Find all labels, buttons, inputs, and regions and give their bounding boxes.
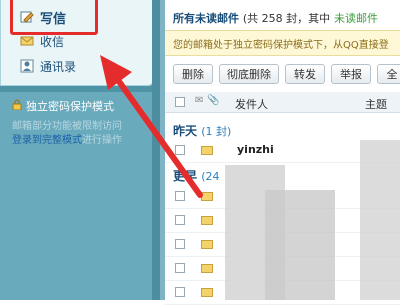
inbox-icon <box>20 34 34 48</box>
group-yesterday[interactable]: 昨天 (1 封) <box>173 122 231 139</box>
envelope-icon <box>201 240 213 249</box>
login-full-mode-link[interactable]: 登录到完整模式 <box>12 135 82 146</box>
row-checkbox[interactable] <box>175 145 185 155</box>
protect-title-text: 独立密码保护模式 <box>26 100 114 113</box>
contacts-icon <box>20 59 34 73</box>
group-label: 更早 <box>173 169 198 183</box>
protect-desc-tail: 进行操作 <box>82 135 122 146</box>
protect-notice-bar: 您的邮箱处于独立密码保护模式下，从QQ直接登 <box>165 30 400 56</box>
nav-contacts-label: 通讯录 <box>40 59 77 74</box>
subject-column-header[interactable]: 主题 <box>365 96 387 112</box>
page-title: 所有未读邮件 (共 258 封，其中 未读邮件 <box>173 10 378 26</box>
mail-list-panel: 所有未读邮件 (共 258 封，其中 未读邮件 您的邮箱处于独立密码保护模式下，… <box>165 0 400 305</box>
group-label: 昨天 <box>173 124 198 138</box>
read-status-header-icon: ✉ <box>195 95 204 106</box>
blurred-region <box>265 190 335 300</box>
sidebar: 写信 收信 通讯录 独立密码保护模式 邮箱部分功能被限制访问 登录到完整模式进行… <box>0 0 160 300</box>
select-all-checkbox[interactable] <box>175 97 185 107</box>
nav-inbox-label: 收信 <box>40 34 65 49</box>
envelope-icon <box>201 192 213 201</box>
group-count: (1 封) <box>201 125 232 138</box>
protect-mode-title: 独立密码保护模式 <box>12 98 114 114</box>
sender-column-header[interactable]: 发件人 <box>235 96 268 112</box>
row-checkbox[interactable] <box>175 191 185 201</box>
row-checkbox[interactable] <box>175 263 185 273</box>
row-checkbox[interactable] <box>175 239 185 249</box>
report-button[interactable]: 举报 <box>331 64 371 84</box>
mail-toolbar: 删除 彻底删除 转发 举报 全 <box>165 60 400 88</box>
highlight-box <box>10 0 98 35</box>
unread-link[interactable]: 未读邮件 <box>334 12 378 25</box>
attachment-header-icon: 📎 <box>207 95 220 106</box>
delete-button[interactable]: 删除 <box>173 64 213 84</box>
envelope-icon <box>201 216 213 225</box>
envelope-icon <box>201 288 213 297</box>
group-earlier[interactable]: 更早 (24 <box>173 167 220 184</box>
blurred-region <box>360 140 400 300</box>
row-sender: yinzhi <box>237 143 274 156</box>
all-button[interactable]: 全 <box>377 64 400 84</box>
page-title-text: 所有未读邮件 <box>173 12 239 25</box>
protect-mode-description: 邮箱部分功能被限制访问 登录到完整模式进行操作 <box>12 120 152 148</box>
forward-button[interactable]: 转发 <box>285 64 325 84</box>
envelope-icon <box>201 264 213 273</box>
permanent-delete-button[interactable]: 彻底删除 <box>219 64 279 84</box>
protect-desc-text: 邮箱部分功能被限制访问 <box>12 121 122 132</box>
envelope-icon <box>201 146 213 155</box>
row-checkbox[interactable] <box>175 215 185 225</box>
nav-contacts[interactable]: 通讯录 <box>20 56 76 76</box>
mail-count: (共 258 封，其中 <box>242 12 331 25</box>
lock-icon <box>12 99 22 113</box>
list-header: ✉ 📎 发件人 主题 <box>165 92 400 113</box>
notice-text: 您的邮箱处于独立密码保护模式下，从QQ直接登 <box>173 40 389 51</box>
row-checkbox[interactable] <box>175 287 185 297</box>
sidebar-scrollbar[interactable] <box>152 0 160 300</box>
group-count: (24 <box>201 170 220 183</box>
